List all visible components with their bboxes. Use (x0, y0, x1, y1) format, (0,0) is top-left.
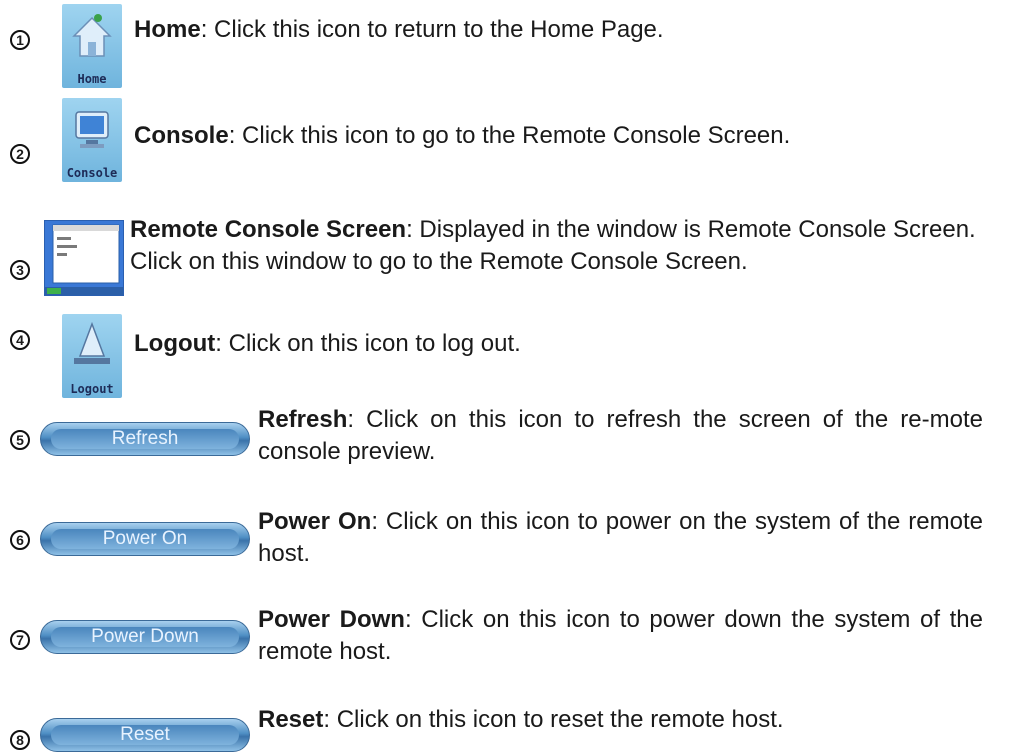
logout-button[interactable]: Logout (62, 314, 122, 398)
item-title: Home (134, 16, 201, 43)
callout-number: 1 (10, 30, 30, 50)
item-text: : Click on this icon to refresh the scre… (258, 406, 983, 465)
console-description: Console: Click this icon to go to the Re… (134, 120, 994, 152)
power-down-button[interactable]: Power Down (40, 620, 250, 654)
home-icon (72, 14, 112, 57)
callout-number: 8 (10, 730, 30, 750)
reset-description: Reset: Click on this icon to reset the r… (258, 704, 983, 736)
power-down-description: Power Down: Click on this icon to power … (258, 604, 983, 668)
logout-icon (74, 321, 110, 364)
monitor-icon (75, 111, 109, 148)
item-title: Remote Console Screen (130, 216, 407, 243)
console-icon-caption: Console (66, 166, 118, 180)
remote-console-screen-description: Remote Console Screen: Displayed in the … (130, 214, 1000, 278)
power-on-description: Power On: Click on this icon to power on… (258, 506, 983, 570)
reset-button[interactable]: Reset (40, 718, 250, 752)
item-text: : Click on this icon to log out. (215, 330, 521, 357)
refresh-button-label: Refresh (111, 428, 179, 449)
refresh-button[interactable]: Refresh (40, 422, 250, 456)
power-down-button-label: Power Down (91, 626, 199, 647)
item-title: Logout (134, 330, 216, 357)
item-title: Refresh (258, 406, 348, 433)
home-button[interactable]: Home (62, 4, 122, 88)
item-text: : Click this icon to return to the Home … (200, 16, 664, 43)
callout-number: 7 (10, 630, 30, 650)
remote-console-preview[interactable] (44, 220, 124, 296)
console-button[interactable]: Console (62, 98, 122, 182)
logout-description: Logout: Click on this icon to log out. (134, 328, 994, 360)
power-on-button[interactable]: Power On (40, 522, 250, 556)
power-on-button-label: Power On (102, 528, 188, 549)
callout-number: 5 (10, 430, 30, 450)
item-title: Power Down (258, 606, 405, 633)
callout-number: 3 (10, 260, 30, 280)
screen-preview-icon (45, 221, 123, 295)
logout-icon-caption: Logout (70, 382, 114, 396)
item-title: Reset (258, 706, 324, 733)
home-description: Home: Click this icon to return to the H… (134, 14, 994, 46)
callout-number: 2 (10, 144, 30, 164)
item-title: Console (134, 122, 229, 149)
callout-number: 6 (10, 530, 30, 550)
callout-number: 4 (10, 330, 30, 350)
item-text: : Click on this icon to reset the remote… (323, 706, 784, 733)
item-text: : Click this icon to go to the Remote Co… (228, 122, 791, 149)
reset-button-label: Reset (120, 724, 170, 745)
home-icon-caption: Home (77, 72, 107, 86)
refresh-description: Refresh: Click on this icon to refresh t… (258, 404, 983, 468)
item-title: Power On (258, 508, 372, 535)
